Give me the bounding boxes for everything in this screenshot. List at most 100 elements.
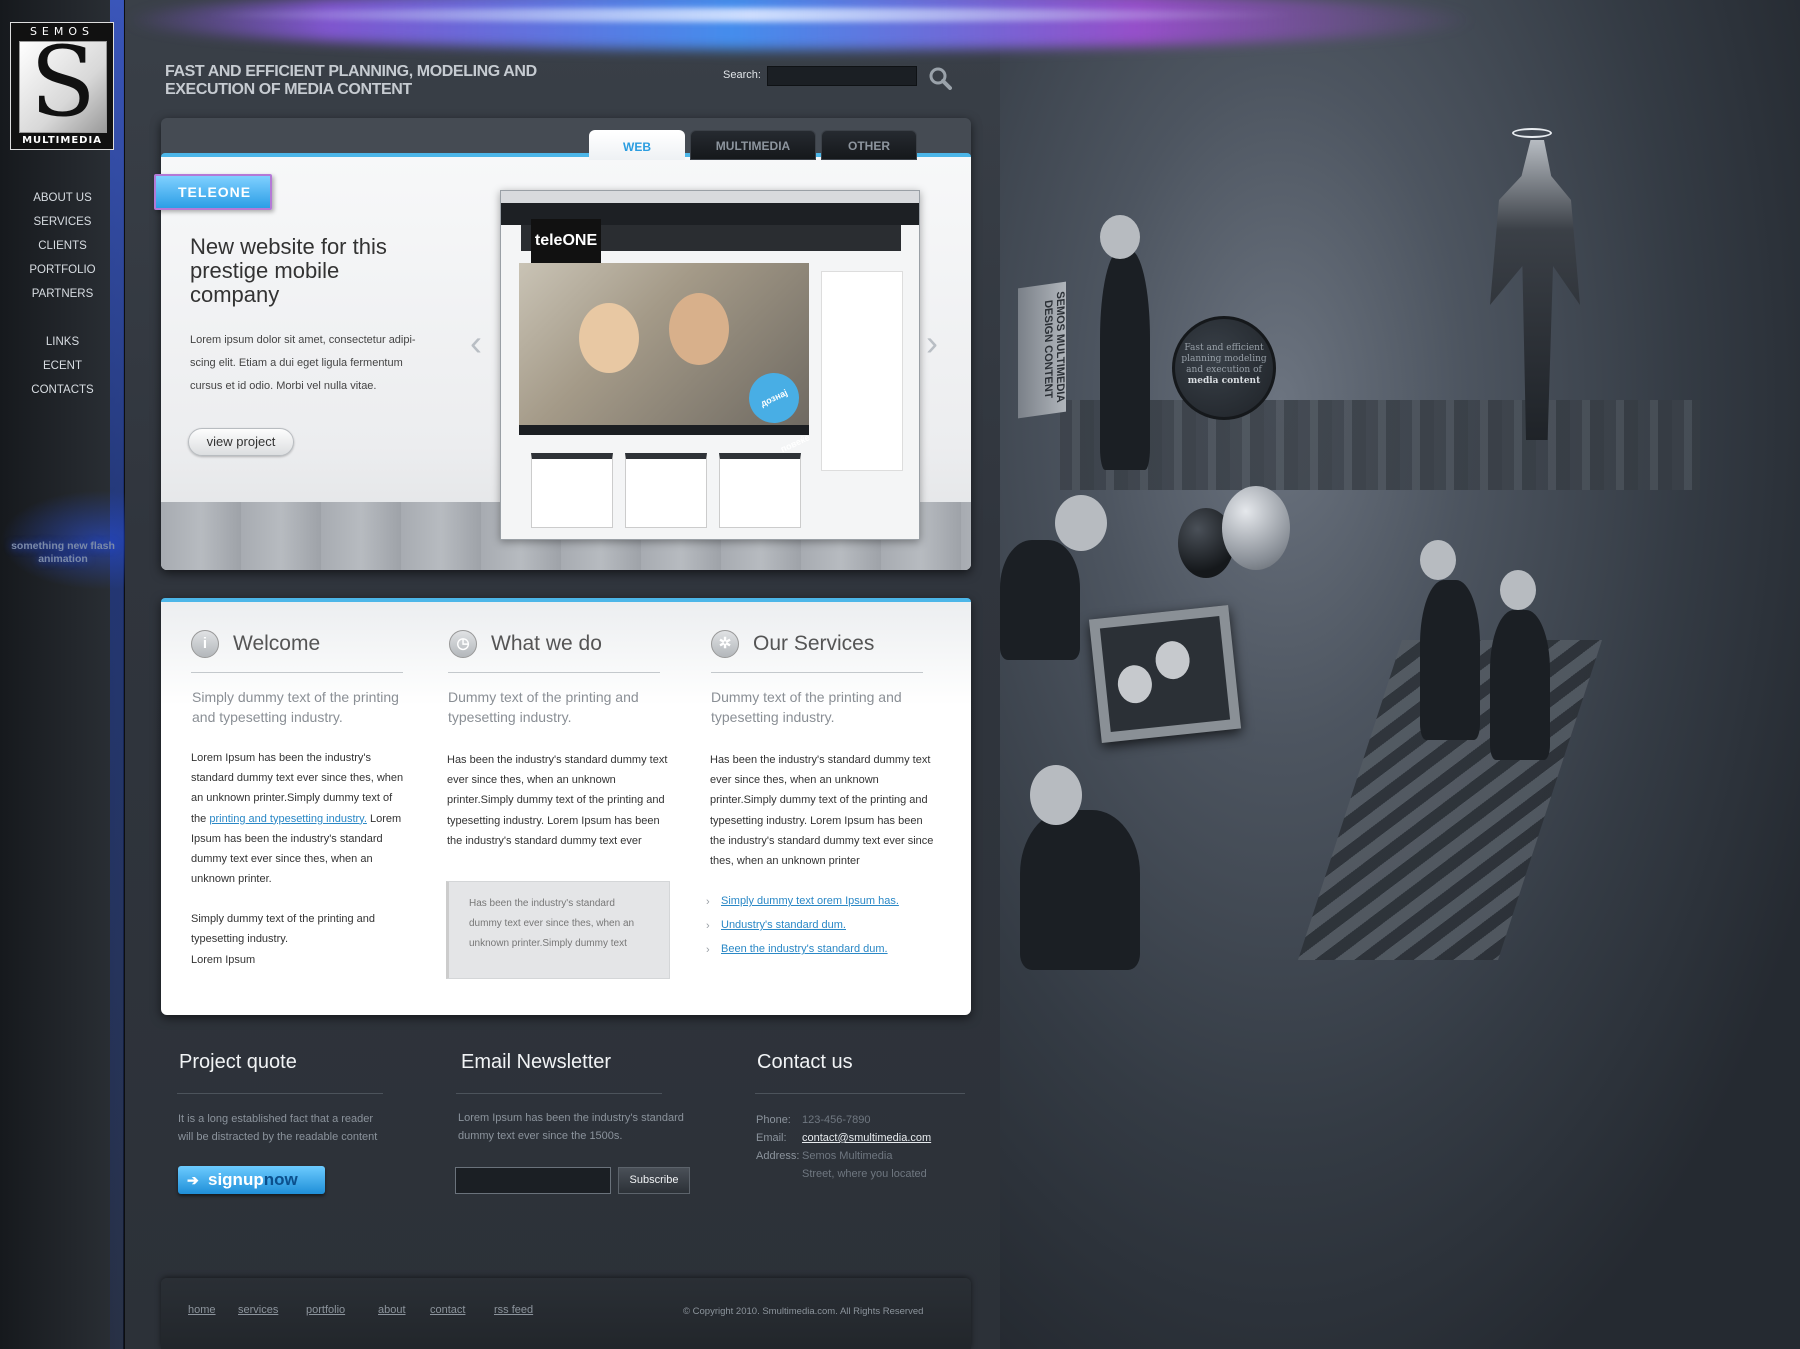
person-illustration [1420,580,1480,740]
footer-link-home[interactable]: home [188,1304,216,1316]
person-illustration [1100,250,1150,470]
person-illustration [1020,810,1140,970]
footer-link-services[interactable]: services [238,1304,278,1316]
chevron-left-icon[interactable]: ‹ [470,325,490,361]
newsletter-text: Lorem Ipsum has been the industry's stan… [458,1112,684,1142]
address-line-1: Semos Multimedia [802,1150,893,1162]
our-services-body: Has been the industry's standard dummy t… [710,754,934,868]
address-label: Address: [756,1150,800,1162]
balloon-illustration [1222,486,1290,570]
artwork-bubble: Fast and efficient planning modeling and… [1172,316,1276,420]
secondary-nav: LINKS ECENT CONTACTS [0,330,125,402]
mock-column [625,453,707,528]
project-screenshot[interactable]: teleONE дознај повеќе [500,190,920,540]
divider [177,1093,383,1094]
footer-link-about[interactable]: about [378,1304,406,1316]
newsletter-email-input[interactable] [455,1167,611,1194]
info-icon: i [191,630,219,658]
nav-item-contacts[interactable]: CONTACTS [0,378,125,402]
chevron-right-icon: › [706,920,710,932]
bubble-text: Fast and efficient planning modeling and… [1181,343,1267,375]
mock-logo: teleONE [531,219,601,263]
logo-letter: S [30,26,96,138]
contact-email: Email: contact@smultimedia.com [756,1132,931,1144]
mock-photo: дознај повеќе [519,263,811,454]
contact-title: Contact us [757,1051,853,1073]
search-icon[interactable] [928,66,952,90]
contact-phone: Phone: 123-456-7890 [756,1114,871,1126]
service-link[interactable]: Undustry's standard dum. [721,919,846,931]
picture-frame-illustration [1088,605,1242,743]
service-link[interactable]: Simply dummy text orem Ipsum has. [721,895,899,907]
person-head-illustration [1030,765,1082,825]
mock-column [719,453,801,528]
nav-item-portfolio[interactable]: PORTFOLIO [0,258,125,282]
newsletter-title: Email Newsletter [461,1051,612,1073]
nav-item-about-us[interactable]: ABOUT US [0,186,125,210]
search-label: Search: [723,69,761,81]
site-tagline: FAST AND EFFICIENT PLANNING, MODELING AN… [165,63,537,98]
chevron-right-icon: › [706,896,710,908]
nav-item-partners[interactable]: PARTNERS [0,282,125,306]
phone-value: 123-456-7890 [802,1114,871,1126]
copyright-text: © Copyright 2010. Smultimedia.com. All R… [683,1306,924,1317]
mock-sidebar [821,271,903,471]
clock-icon: ◷ [449,630,477,658]
arrow-right-icon: ➔ [187,1172,199,1188]
main-nav: ABOUT US SERVICES CLIENTS PORTFOLIO PART… [0,186,125,306]
person-illustration [1000,540,1080,660]
divider [456,1093,662,1094]
welcome-inline-link[interactable]: printing and typesetting industry. [209,813,367,825]
view-project-button[interactable]: view project [188,428,294,456]
subscribe-button[interactable]: Subscribe [618,1167,690,1194]
service-link[interactable]: Been the industry's standard dum. [721,943,888,955]
divider [191,672,403,673]
welcome-body-3: Lorem Ipsum [191,954,256,966]
tab-multimedia[interactable]: MULTIMEDIA [690,130,816,160]
chevron-right-icon: › [706,944,710,956]
signup-button[interactable]: ➔ signupnow [178,1166,325,1194]
footer-link-contact[interactable]: contact [430,1304,465,1316]
frame-person [1153,639,1192,681]
nav-item-links[interactable]: LINKS [0,330,125,354]
welcome-lead: Simply dummy text of the printing and ty… [192,689,399,725]
what-we-do-title: What we do [491,632,602,655]
email-link[interactable]: contact@smultimedia.com [802,1132,931,1144]
bubble-bold-text: media content [1187,376,1261,386]
our-services-heading: ✲ Our Services [711,630,874,658]
light-streak-highlight [200,8,1300,22]
flash-animation-note[interactable]: something new flash animation [8,540,118,566]
person-head-illustration [1100,215,1140,259]
halo-illustration [1512,128,1552,138]
mock-photo-person [579,303,639,373]
search-input[interactable] [767,66,917,86]
welcome-body: Lorem Ipsum has been the industry's stan… [191,748,406,889]
divider [711,672,923,673]
chevron-right-icon[interactable]: › [926,325,946,361]
city-skyline-illustration [1060,400,1700,490]
divider [448,672,660,673]
semos-multimedia-logo[interactable]: SEMOS S MULTIMEDIA [10,22,114,150]
mock-browser-bar [501,191,919,203]
mock-photo-person [669,293,729,365]
frame-person [1116,663,1154,705]
tab-other[interactable]: OTHER [821,130,917,160]
email-label: Email: [756,1132,787,1144]
footer-link-portfolio[interactable]: portfolio [306,1304,345,1316]
nav-item-ecent[interactable]: ECENT [0,354,125,378]
welcome-heading: i Welcome [191,630,320,658]
our-services-title: Our Services [753,632,875,655]
gear-icon: ✲ [711,630,739,658]
mock-column [531,453,613,528]
tab-web[interactable]: WEB [589,130,685,160]
nav-item-services[interactable]: SERVICES [0,210,125,234]
welcome-title: Welcome [233,632,321,655]
nav-item-clients[interactable]: CLIENTS [0,234,125,258]
project-quote-text: It is a long established fact that a rea… [178,1113,378,1143]
person-head-illustration [1055,495,1107,551]
what-we-do-heading: ◷ What we do [449,630,602,658]
footer-link-rss-feed[interactable]: rss feed [494,1304,533,1316]
project-badge: TELEONE [154,174,272,210]
quote-box: Has been the industry's standard dummy t… [446,881,670,979]
logo-bottom-text: MULTIMEDIA [22,135,102,146]
